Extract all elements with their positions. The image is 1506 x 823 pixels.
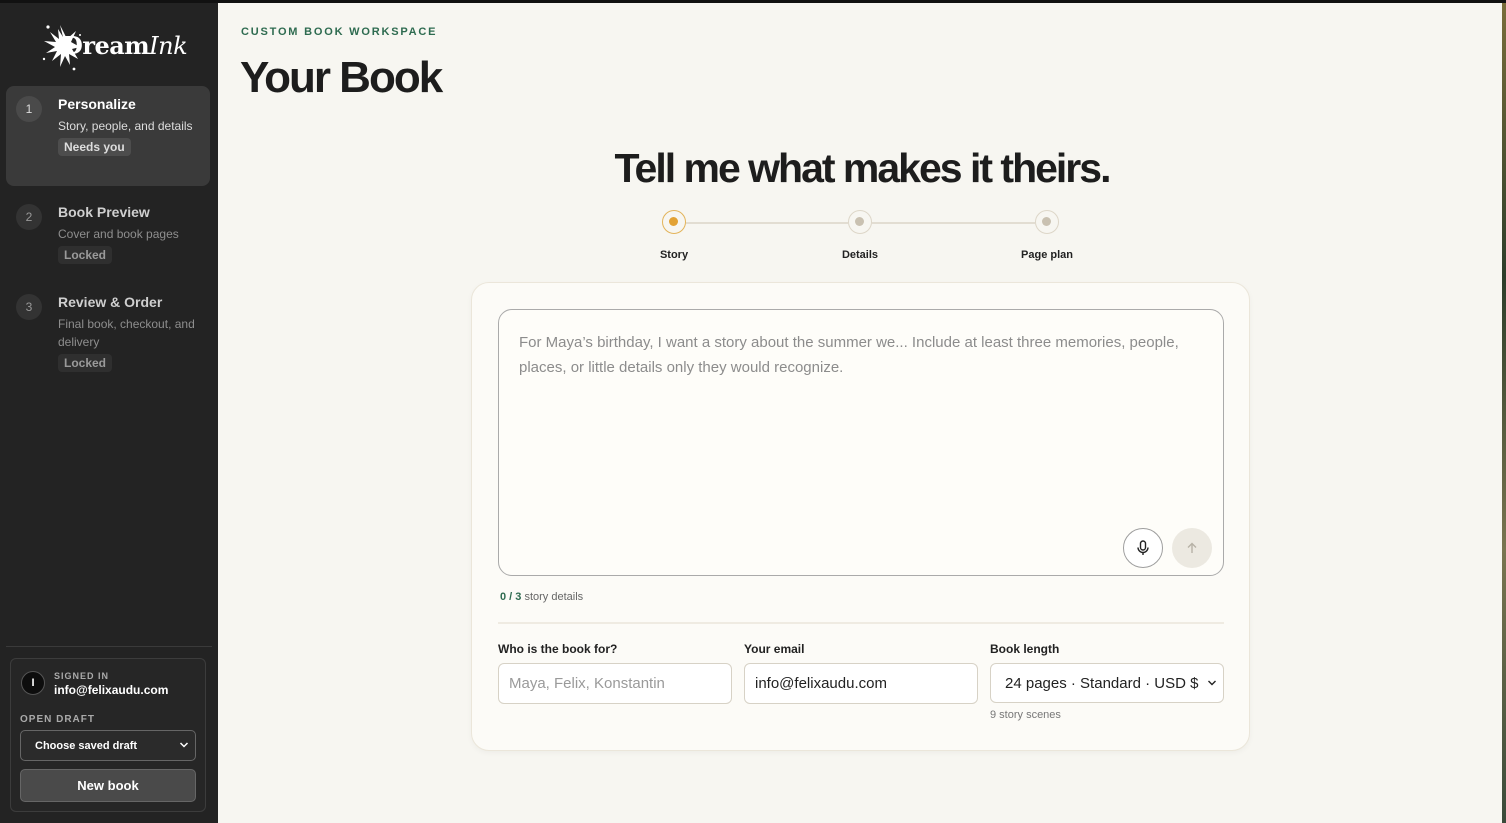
step-description: Story, people, and details <box>58 119 193 133</box>
open-draft-label: OPEN DRAFT <box>20 714 95 725</box>
new-book-button[interactable]: New book <box>20 769 196 802</box>
main-workspace: CUSTOM BOOK WORKSPACE Your Book Tell me … <box>218 3 1506 823</box>
microphone-icon <box>1137 540 1149 555</box>
step-number: 3 <box>16 294 42 320</box>
brand-logo[interactable]: DreamInk <box>38 17 188 77</box>
book-length-label: Book length <box>990 642 1060 656</box>
step-title: Personalize <box>58 96 136 112</box>
stepper-connector <box>686 222 848 224</box>
workspace-eyebrow: CUSTOM BOOK WORKSPACE <box>241 26 438 38</box>
step-description: Final book, checkout, and delivery <box>58 317 195 349</box>
arrow-up-icon <box>1187 542 1197 553</box>
sidebar-step-review-order[interactable]: 3 Review & Order Final book, checkout, a… <box>6 284 210 380</box>
story-card: 0 / 3 story details Who is the book for?… <box>471 282 1250 751</box>
step-description: Cover and book pages <box>58 227 179 241</box>
account-panel: I SIGNED IN info@felixaudu.com OPEN DRAF… <box>10 658 206 812</box>
email-label: Your email <box>744 642 805 656</box>
hero-heading: Tell me what makes it theirs. <box>614 145 1112 191</box>
stepper-connector <box>872 222 1035 224</box>
avatar[interactable]: I <box>21 671 45 695</box>
story-details-counter: 0 / 3 story details <box>500 591 583 603</box>
step-title: Review & Order <box>58 294 163 310</box>
book-length-select[interactable]: 24 pages · Standard · USD $ <box>990 663 1224 703</box>
recipient-input[interactable] <box>498 663 732 704</box>
story-input[interactable] <box>499 310 1223 575</box>
chevron-down-icon <box>179 742 189 748</box>
card-divider <box>498 622 1224 624</box>
saved-draft-select-value: Choose saved draft <box>35 739 138 752</box>
status-badge: Locked <box>58 354 113 372</box>
stepper-label-page-plan[interactable]: Page plan <box>987 249 1107 261</box>
step-title: Book Preview <box>58 204 150 220</box>
brand-name-bold: Dream <box>62 31 150 60</box>
sidebar-step-personalize[interactable]: 1 Personalize Story, people, and details… <box>6 86 210 186</box>
stepper-label-details[interactable]: Details <box>800 249 920 261</box>
step-number: 2 <box>16 204 42 230</box>
signed-in-label: SIGNED IN <box>54 671 110 681</box>
story-details-suffix: story details <box>524 591 584 603</box>
story-details-count: 0 / 3 <box>500 591 522 603</box>
window-right-edge <box>1502 3 1506 823</box>
status-badge: Needs you <box>58 138 131 156</box>
saved-draft-select[interactable]: Choose saved draft <box>20 730 196 761</box>
stepper-dot-story[interactable] <box>662 210 686 234</box>
stepper-label-story[interactable]: Story <box>614 249 734 261</box>
status-badge: Locked <box>58 246 113 264</box>
brand-name: DreamInk <box>62 31 188 60</box>
step-number: 1 <box>16 96 42 122</box>
book-length-helper: 9 story scenes <box>990 709 1061 721</box>
sidebar: DreamInk 1 Personalize Story, people, an… <box>0 3 218 823</box>
story-box <box>498 309 1224 576</box>
sidebar-divider <box>6 646 212 647</box>
stepper-dot-page-plan[interactable] <box>1035 210 1059 234</box>
chevron-down-icon <box>1207 678 1217 688</box>
sidebar-step-book-preview[interactable]: 2 Book Preview Cover and book pages Lock… <box>6 194 210 274</box>
recipient-label: Who is the book for? <box>498 642 618 656</box>
email-field[interactable] <box>744 663 978 704</box>
page-title: Your Book <box>240 53 443 102</box>
stepper-dot-details[interactable] <box>848 210 872 234</box>
signed-in-email: info@felixaudu.com <box>54 683 169 697</box>
book-length-value: 24 pages · Standard · USD $ <box>1005 674 1199 692</box>
brand-name-italic: Ink <box>149 32 188 60</box>
send-button[interactable] <box>1172 528 1212 568</box>
voice-input-button[interactable] <box>1123 528 1163 568</box>
